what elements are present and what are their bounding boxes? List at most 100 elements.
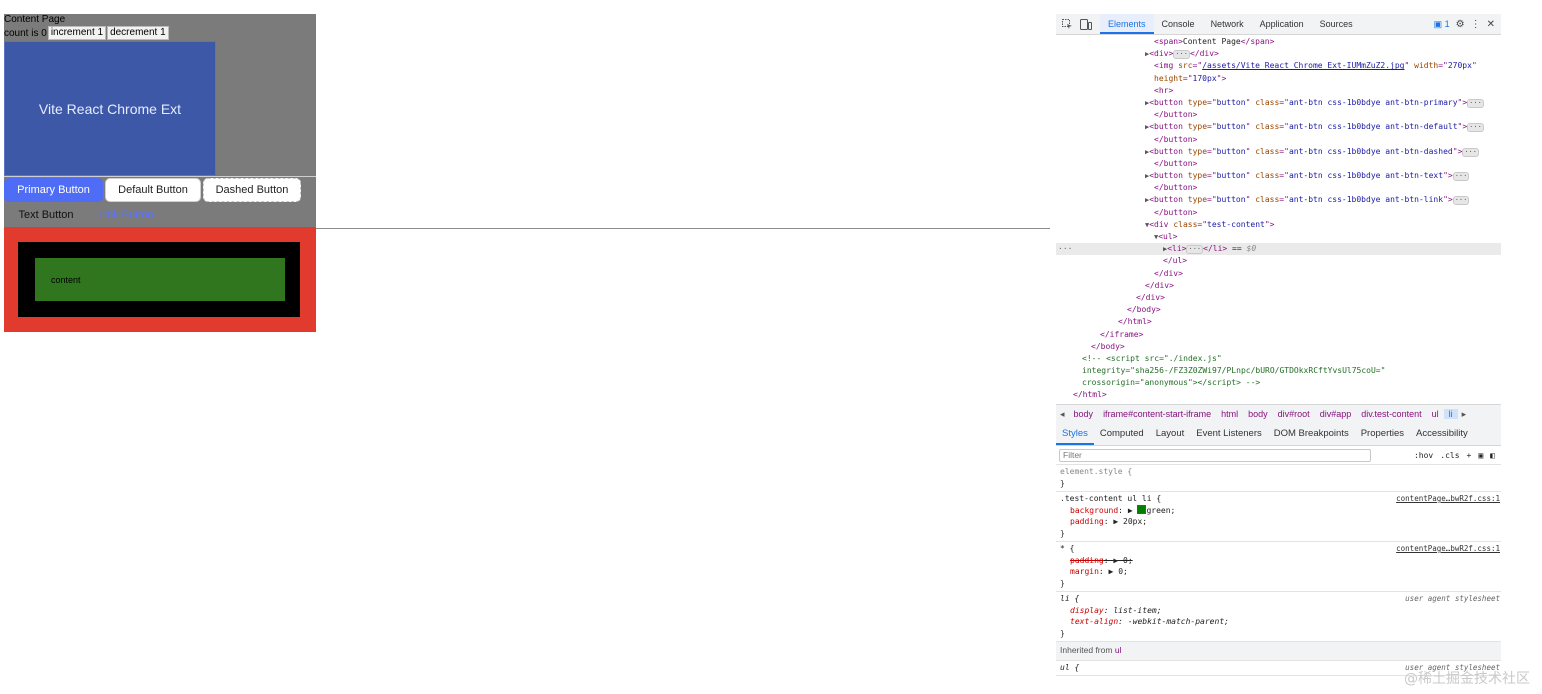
dom-node-line[interactable]: crossorigin="anonymous"></script> --> [1056,377,1501,389]
styles-toolbar: :hov .cls + ▣ ◧ [1414,451,1501,460]
breadcrumb-item[interactable]: div#app [1315,409,1357,419]
breadcrumb-next-icon[interactable]: ▸ [1458,409,1471,420]
inherited-tag[interactable]: ul [1115,645,1122,655]
breadcrumb-prev-icon[interactable]: ◂ [1056,409,1069,420]
dom-node-line[interactable]: <!-- <script src="./index.js" [1056,353,1501,365]
dom-node-line[interactable]: </div> [1056,280,1501,292]
devtools-tabbar: Elements Console Network Application Sources… [1056,14,1501,35]
breadcrumb-item[interactable]: div.test-content [1356,409,1426,419]
settings-icon[interactable]: ⚙ [1456,19,1465,30]
dom-node-line[interactable]: ▶<button type="button" class="ant-btn cs… [1056,170,1501,182]
tab-application[interactable]: Application [1252,14,1312,34]
subtab-event-listeners[interactable]: Event Listeners [1190,423,1267,445]
dom-node-line[interactable]: </button> [1056,207,1501,219]
dom-node-line[interactable]: </div> [1056,268,1501,280]
css-rule-close: } [1060,578,1065,588]
css-rule[interactable]: element.style {} [1056,465,1501,492]
paint-icon[interactable]: ▣ [1478,451,1483,460]
css-source-link[interactable]: contentPage…bwR2f.css:1 [1396,543,1500,555]
css-rule[interactable]: .test-content ul li {contentPage…bwR2f.c… [1056,492,1501,542]
styles-filter-input[interactable]: Filter [1059,448,1371,462]
css-rule[interactable]: * {contentPage…bwR2f.css:1 padding: ▶ 0; m… [1056,542,1501,592]
dom-node-line[interactable]: </button> [1056,109,1501,121]
breadcrumb-item[interactable]: li [1443,409,1458,419]
dom-node-line[interactable]: </ul> [1056,255,1501,267]
inspect-element-icon[interactable] [1059,16,1075,32]
css-property[interactable]: text-align: -webkit-match-parent; [1060,616,1497,628]
text-button[interactable]: Text Button [8,203,84,227]
hover-state-toggle[interactable]: :hov [1414,451,1433,460]
banner-text: Vite React Chrome Ext [38,100,182,117]
dom-node-line[interactable]: </html> [1056,389,1501,401]
dom-node-line[interactable]: </body> [1056,341,1501,353]
breadcrumb-item[interactable]: iframe#content-start-iframe [1098,409,1216,419]
subtab-computed[interactable]: Computed [1094,423,1150,445]
dom-node-line[interactable]: <hr> [1056,85,1501,97]
dom-node-line[interactable]: ▼<ul> [1056,231,1501,243]
expand-arrow-icon[interactable]: ▶ [1113,517,1123,526]
dom-node-line[interactable]: </html> [1056,316,1501,328]
subtab-properties[interactable]: Properties [1355,423,1410,445]
breadcrumb-item[interactable]: body [1243,409,1273,419]
new-rule-icon[interactable]: + [1467,451,1472,460]
tab-elements[interactable]: Elements [1100,14,1154,34]
tab-sources[interactable]: Sources [1312,14,1361,34]
issues-badge[interactable]: ▣ 1 [1434,19,1450,30]
breadcrumb-item[interactable]: ul [1427,409,1444,419]
link-button[interactable]: Link Button [86,203,166,227]
css-property[interactable]: padding: ▶ 0; [1060,555,1497,567]
dom-node-line[interactable]: </div> [1056,292,1501,304]
color-swatch[interactable] [1137,504,1147,514]
css-property[interactable]: background: ▶ green; [1060,504,1497,517]
dom-node-line[interactable]: ▶<div> ··· </div> [1056,48,1501,60]
class-toggle[interactable]: .cls [1440,451,1459,460]
subtab-styles[interactable]: Styles [1056,423,1094,445]
css-property[interactable]: display: list-item; [1060,605,1497,617]
dom-node-line[interactable]: <span>Content Page</span> [1056,36,1501,48]
subtab-dom-breakpoints[interactable]: DOM Breakpoints [1268,423,1355,445]
node-actions-icon[interactable]: ··· [1058,243,1072,255]
dom-tree[interactable]: <span>Content Page</span> ▶<div> ··· </div>… [1056,36,1501,406]
tab-network[interactable]: Network [1203,14,1252,34]
dom-node-line[interactable]: </button> [1056,182,1501,194]
dom-node-line[interactable]: height="170px"> [1056,73,1501,85]
primary-button[interactable]: Primary Button [4,178,103,202]
more-options-icon[interactable]: ⋮ [1471,19,1481,30]
device-toolbar-icon[interactable] [1078,16,1094,32]
page-title: Content Page [4,14,66,25]
watermark: @稀土掘金技术社区 [1404,671,1530,687]
dom-node-line[interactable]: </button> [1056,158,1501,170]
dom-node-line[interactable]: </button> [1056,134,1501,146]
breadcrumb-item[interactable]: div#root [1273,409,1315,419]
breadcrumb-item[interactable]: html [1216,409,1243,419]
increment-button[interactable]: increment 1 [47,26,107,40]
dom-node-line[interactable]: ▶<button type="button" class="ant-btn cs… [1056,97,1501,109]
css-rule[interactable]: li {user agent stylesheet display: list-i… [1056,592,1501,642]
css-source-link[interactable]: contentPage…bwR2f.css:1 [1396,493,1500,505]
toggle-sidebar-icon[interactable]: ◧ [1490,451,1495,460]
subtab-layout[interactable]: Layout [1150,423,1191,445]
dashed-button[interactable]: Dashed Button [203,178,301,202]
css-property[interactable]: margin: ▶ 0; [1060,566,1497,578]
decrement-button[interactable]: decrement 1 [107,26,169,40]
dom-node-line[interactable]: ··· ▶<li> ··· </li> == $0 [1056,243,1501,256]
breadcrumb-item[interactable]: body [1069,409,1099,419]
default-button[interactable]: Default Button [105,178,201,202]
dom-node-line[interactable]: ▶<button type="button" class="ant-btn cs… [1056,121,1501,133]
dom-node-line[interactable]: </iframe> [1056,329,1501,341]
expand-arrow-icon[interactable]: ▶ [1128,506,1138,515]
dom-node-line[interactable]: <img src="/assets/Vite React Chrome Ext-… [1056,60,1501,72]
issues-count: 1 [1444,18,1450,29]
dom-node-line[interactable]: </body> [1056,304,1501,316]
subtab-accessibility[interactable]: Accessibility [1410,423,1474,445]
dom-node-line[interactable]: ▼<div class="test-content"> [1056,219,1501,231]
expand-arrow-icon[interactable]: ▶ [1109,567,1119,576]
expand-arrow-icon[interactable]: ▶ [1113,556,1123,565]
css-source-link: user agent stylesheet [1405,594,1500,603]
close-icon[interactable]: ✕ [1487,19,1495,30]
dom-node-line[interactable]: ▶<button type="button" class="ant-btn cs… [1056,146,1501,158]
tab-console[interactable]: Console [1154,14,1203,34]
dom-node-line[interactable]: integrity="sha256-/FZ3Z0ZWi97/PLnpc/bURO… [1056,365,1501,377]
dom-node-line[interactable]: ▶<button type="button" class="ant-btn cs… [1056,194,1501,206]
css-property[interactable]: padding: ▶ 20px; [1060,516,1497,528]
